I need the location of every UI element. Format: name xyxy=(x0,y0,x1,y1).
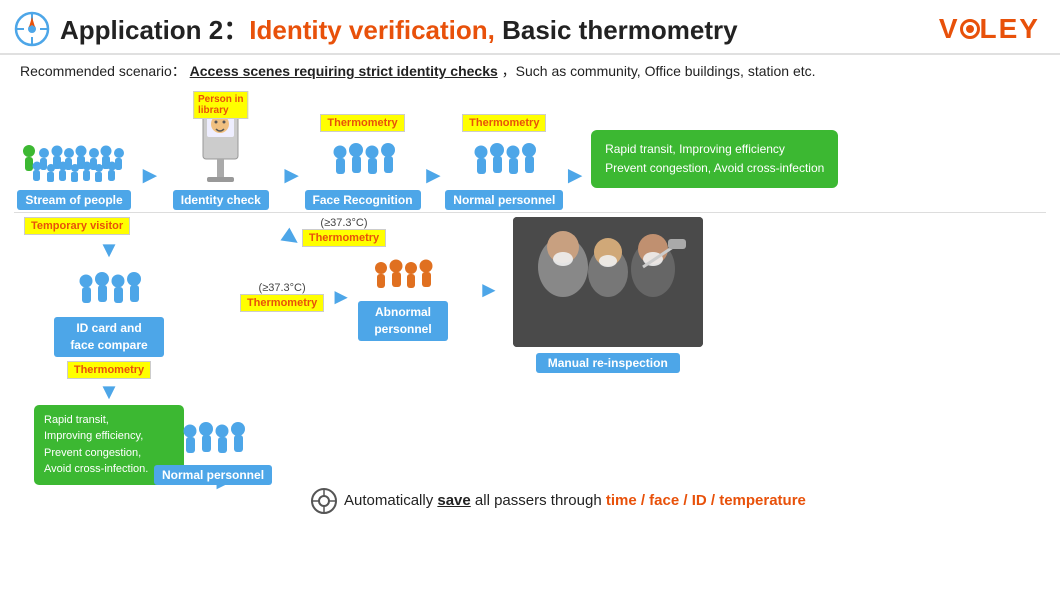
identity-label: Identity check xyxy=(173,190,269,210)
threshold-label-1: (≥37.3°C) xyxy=(320,217,367,229)
normal-label: Normal personnel xyxy=(445,190,563,210)
node-stream: Stream of people xyxy=(14,131,134,210)
thermometry-tag-4: Thermometry xyxy=(240,294,324,312)
save-line-text: Automatically save all passers through t… xyxy=(344,492,806,509)
abnormal-people-svg xyxy=(371,253,436,301)
person-in-library-tag: Person in library xyxy=(193,91,249,119)
thermometry-tag-mid: Thermometry xyxy=(67,361,151,379)
thermometry-tag-1: Thermometry xyxy=(320,114,404,132)
id-compare-label: ID card and face compare xyxy=(54,317,164,357)
stream-label: Stream of people xyxy=(17,190,130,210)
crosshair-icon xyxy=(310,487,338,515)
header: Application 2：Identity verification, Bas… xyxy=(0,0,1060,55)
node-normal: Thermometry Normal personnel xyxy=(449,114,559,210)
stream-people-svg xyxy=(19,131,129,186)
basic-label: Basic thermometry xyxy=(495,15,738,45)
node-identity: Person in library xyxy=(166,93,276,210)
id-compare-people-svg xyxy=(74,265,144,315)
identity-label: Identity verification, xyxy=(249,15,495,45)
thermometry-tag-3: Thermometry xyxy=(302,229,386,247)
kiosk-svg xyxy=(193,111,248,186)
photo-svg xyxy=(513,217,703,347)
app-label: Application 2： xyxy=(60,15,249,45)
header-title: Application 2：Identity verification, Bas… xyxy=(60,10,939,47)
scenario-bold: Access scenes requiring strict identity … xyxy=(190,63,498,79)
normal-people-svg xyxy=(469,136,539,186)
result-box-top: Rapid transit, Improving efficiency Prev… xyxy=(591,130,838,188)
arrow-1: ► xyxy=(138,162,162,210)
arrow-to-manual: ► xyxy=(478,277,500,303)
face-recog-label: Face Recognition xyxy=(305,190,421,210)
brand-logo: V LEY xyxy=(939,13,1040,45)
normal-bottom-people-svg xyxy=(178,415,248,465)
face-recog-people-svg xyxy=(328,136,398,186)
scenario-suffix: ，Such as community, Office buildings, st… xyxy=(502,63,816,79)
arrow-2: ► xyxy=(280,162,304,210)
identity-icon-area: Person in library xyxy=(193,93,248,186)
face-recog-icon-area xyxy=(328,136,398,186)
normal-icon-area xyxy=(469,136,539,186)
temp-visitor-tag: Temporary visitor xyxy=(24,217,130,235)
thermometry-tag-2: Thermometry xyxy=(462,114,546,132)
node-face-recog: Thermometry Face Recognition xyxy=(308,114,418,210)
scenario-line: Recommended scenario： Access scenes requ… xyxy=(0,55,1060,87)
arrow-4: ► xyxy=(563,162,587,210)
compass-icon xyxy=(14,11,50,47)
arrow-to-abnormal: ► xyxy=(330,284,352,310)
inspection-photo xyxy=(513,217,703,347)
scenario-prefix: Recommended scenario： xyxy=(20,63,186,79)
page: Application 2：Identity verification, Bas… xyxy=(0,0,1060,594)
abnormal-label: Abnormal personnel xyxy=(358,301,448,341)
stream-icon-area xyxy=(19,131,129,186)
down-arrow-2: ▼ xyxy=(98,379,120,405)
normal-bottom-label: Normal personnel xyxy=(154,465,272,485)
down-arrow-1: ▼ xyxy=(98,237,120,263)
manual-reinspection-label: Manual re-inspection xyxy=(536,353,680,373)
arrow-3: ► xyxy=(422,162,446,210)
threshold-label-2: (≥37.3°C) xyxy=(259,282,306,294)
